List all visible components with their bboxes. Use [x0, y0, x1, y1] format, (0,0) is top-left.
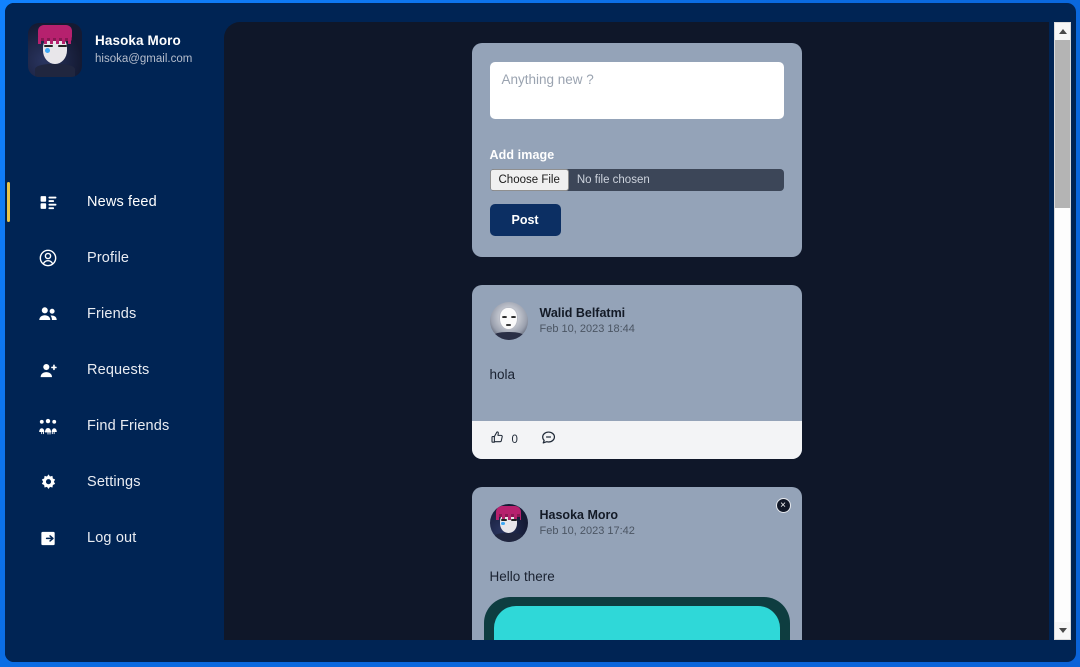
scrollbar-track[interactable] — [1055, 40, 1070, 622]
choose-file-button[interactable]: Choose File — [489, 169, 569, 191]
sidebar-item-find-friends[interactable]: Find Friends — [5, 398, 224, 454]
post-date: Feb 10, 2023 18:44 — [539, 323, 635, 335]
vertical-scrollbar[interactable] — [1054, 22, 1071, 640]
scroll-down-button[interactable] — [1055, 622, 1070, 639]
sidebar-item-label: Profile — [87, 250, 130, 266]
sidebar-profile[interactable]: Hasoka Moro hisoka@gmail.com — [5, 3, 224, 77]
sidebar-item-label: Friends — [87, 306, 137, 322]
sidebar-item-log-out[interactable]: Log out — [5, 510, 224, 566]
sidebar-item-friends[interactable]: Friends — [5, 286, 224, 342]
sidebar-item-settings[interactable]: Settings — [5, 454, 224, 510]
post-image — [483, 597, 790, 640]
post-actions: 0 — [471, 421, 802, 459]
post-author: Walid Belfatmi — [539, 306, 626, 320]
scroll-up-button[interactable] — [1055, 23, 1070, 40]
delete-post-button[interactable]: × — [775, 498, 791, 513]
browser-window-frame: Hasoka Moro hisoka@gmail.com News feed P… — [0, 0, 1080, 667]
profile-email: hisoka@gmail.com — [95, 53, 193, 65]
profile-name: Hasoka Moro — [95, 33, 181, 48]
avatar[interactable] — [489, 504, 528, 542]
news-feed-list: Add image Choose File No file chosen Pos… — [224, 22, 1049, 640]
like-count: 0 — [511, 434, 518, 446]
post-body: Hello there — [489, 569, 555, 584]
comment-icon — [540, 429, 557, 451]
avatar[interactable] — [489, 302, 528, 340]
sidebar-item-news-feed[interactable]: News feed — [5, 174, 224, 230]
file-input-row[interactable]: Choose File No file chosen — [489, 169, 784, 191]
add-image-label: Add image — [489, 148, 555, 162]
avatar — [28, 23, 82, 77]
chevron-down-icon — [1058, 628, 1067, 633]
post-author: Hasoka Moro — [539, 508, 619, 522]
post-header: Walid Belfatmi Feb 10, 2023 18:44 — [472, 285, 802, 340]
sidebar-item-label: Settings — [87, 474, 141, 490]
post-card: Walid Belfatmi Feb 10, 2023 18:44 hola 0 — [471, 285, 802, 459]
post-meta: Hasoka Moro Feb 10, 2023 17:42 — [540, 507, 635, 539]
sidebar-profile-text: Hasoka Moro hisoka@gmail.com — [95, 32, 192, 68]
sidebar: Hasoka Moro hisoka@gmail.com News feed P… — [5, 3, 224, 662]
requests-icon — [36, 358, 60, 382]
active-indicator — [7, 182, 10, 222]
post-body: hola — [489, 367, 516, 382]
logout-icon — [36, 526, 60, 550]
chevron-up-icon — [1058, 29, 1067, 34]
post-button[interactable]: Post — [489, 204, 561, 236]
find-friends-icon — [36, 414, 60, 438]
scrollbar-thumb[interactable] — [1055, 40, 1070, 208]
news-feed-icon — [36, 190, 60, 214]
main-content: Add image Choose File No file chosen Pos… — [224, 22, 1049, 640]
sidebar-item-requests[interactable]: Requests — [5, 342, 224, 398]
post-card: × Hasoka Moro Feb 10, 2023 17:42 Hello t… — [471, 487, 802, 640]
sidebar-item-label: Requests — [87, 362, 150, 378]
comment-button[interactable] — [540, 429, 557, 451]
gear-icon — [36, 470, 60, 494]
sidebar-item-label: Find Friends — [87, 418, 170, 434]
window-body: Hasoka Moro hisoka@gmail.com News feed P… — [5, 3, 1076, 662]
sidebar-item-label: Log out — [87, 530, 137, 546]
friends-icon — [36, 302, 60, 326]
sidebar-item-label: News feed — [87, 194, 157, 210]
post-image-art — [493, 606, 780, 640]
post-meta: Walid Belfatmi Feb 10, 2023 18:44 — [540, 305, 635, 337]
post-composer-card: Add image Choose File No file chosen Pos… — [471, 43, 802, 257]
file-status-text: No file chosen — [576, 174, 650, 186]
like-button[interactable]: 0 — [490, 430, 518, 450]
profile-icon — [36, 246, 60, 270]
post-header: Hasoka Moro Feb 10, 2023 17:42 — [472, 487, 802, 542]
post-text-input[interactable] — [489, 62, 784, 119]
thumbs-up-icon — [490, 430, 505, 450]
sidebar-item-profile[interactable]: Profile — [5, 230, 224, 286]
sidebar-nav: News feed Profile Friends Requests Find … — [5, 174, 224, 566]
post-spacer — [472, 382, 802, 421]
post-date: Feb 10, 2023 17:42 — [539, 525, 635, 537]
